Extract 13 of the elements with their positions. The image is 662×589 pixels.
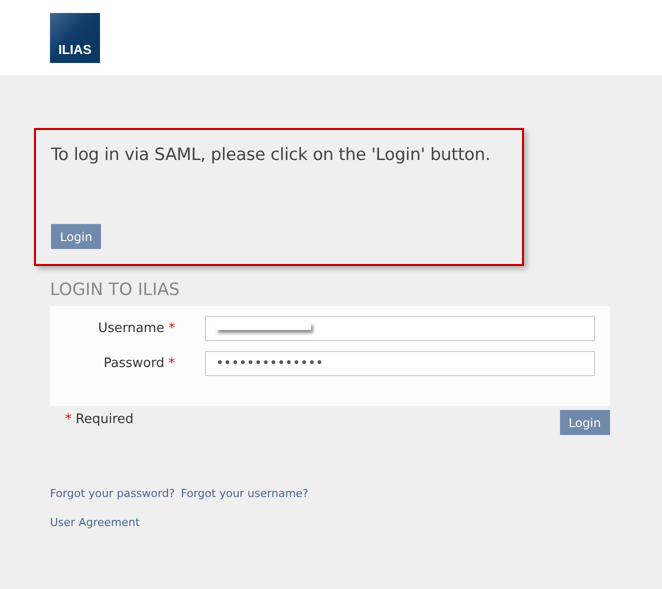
ilias-logo: ILIAS [50, 13, 100, 63]
login-button[interactable]: Login [560, 410, 610, 435]
text-link[interactable]: User Agreement [50, 516, 140, 529]
input-field[interactable] [205, 316, 595, 341]
input-field[interactable]: •••••••••••••• [205, 351, 595, 376]
text-link[interactable]: Forgot your username? [180, 487, 308, 500]
field-label: Username * [97, 321, 176, 336]
saml-login-button[interactable]: Login [51, 224, 102, 249]
login-heading: LOGIN TO ILIAS [50, 280, 181, 300]
field-label: Password * [102, 356, 176, 371]
required-note: * Required [65, 412, 134, 429]
saml-message: To log in via SAML, please click on the 'Login' button. [51, 145, 492, 165]
text-link[interactable]: Forgot your password? [50, 487, 175, 500]
